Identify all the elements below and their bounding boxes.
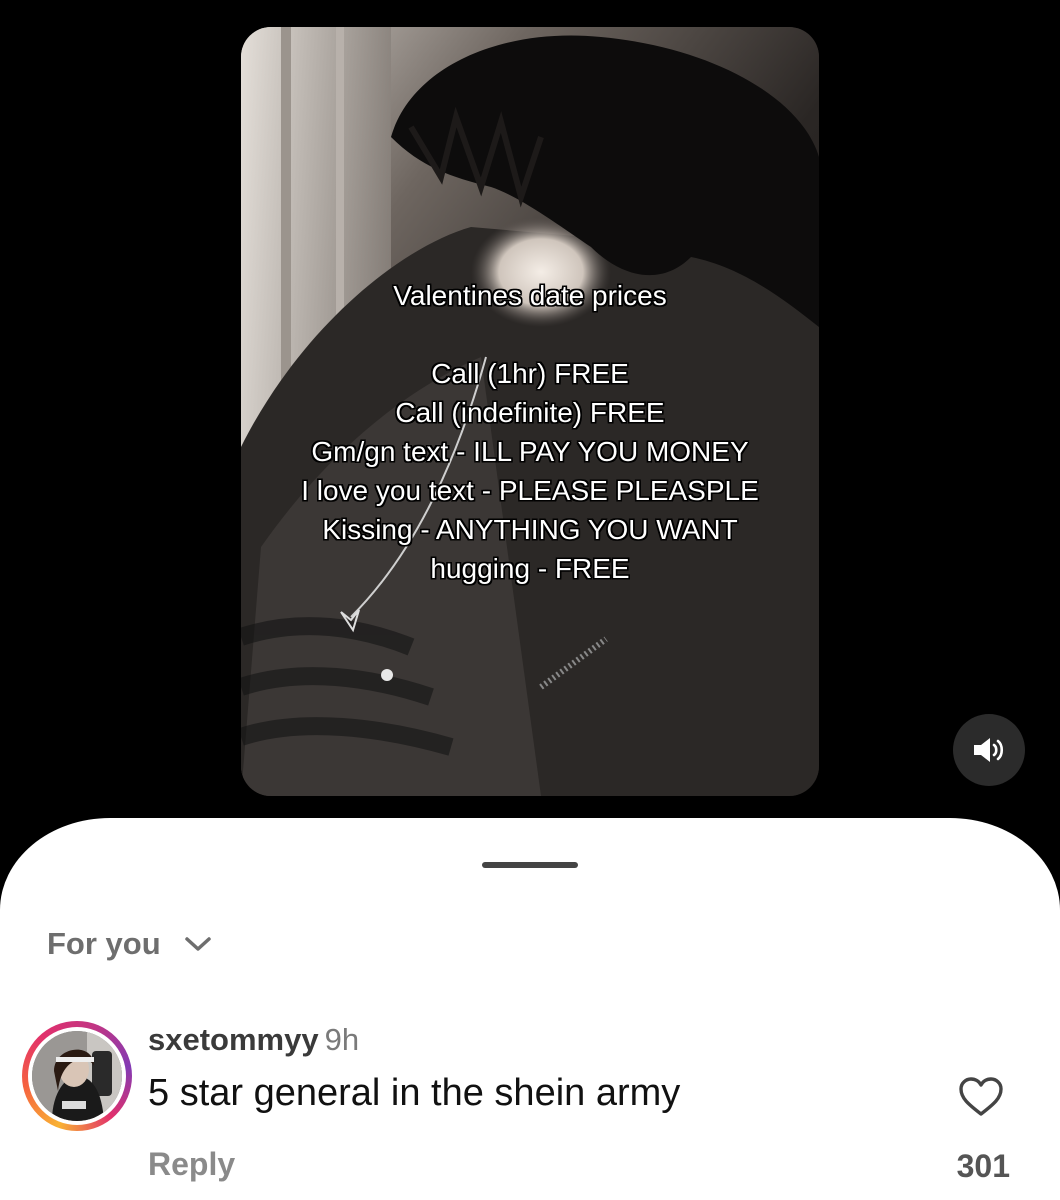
overlay-line: Call (1hr) FREE bbox=[431, 358, 629, 389]
like-count: 301 bbox=[956, 1148, 1010, 1184]
avatar-border bbox=[28, 1027, 126, 1125]
comment-sort-dropdown[interactable]: For you bbox=[47, 926, 213, 962]
sound-toggle-button[interactable] bbox=[953, 714, 1025, 786]
speaker-on-icon bbox=[974, 738, 1004, 762]
comment-username[interactable]: sxetommyy 9h bbox=[148, 1022, 359, 1058]
video-player[interactable]: Valentines date prices Call (1hr) FREE C… bbox=[241, 27, 819, 796]
comment-text: 5 star general in the shein army bbox=[148, 1072, 681, 1114]
username-text: sxetommyy bbox=[148, 1022, 319, 1057]
overlay-line: Call (indefinite) FREE bbox=[395, 397, 665, 428]
overlay-line: I love you text - PLEASE PLEASPLE bbox=[301, 475, 759, 506]
sheet-drag-handle[interactable] bbox=[482, 862, 578, 868]
screen: Valentines date prices Call (1hr) FREE C… bbox=[0, 0, 1060, 1200]
comment-time: 9h bbox=[324, 1022, 360, 1057]
overlay-line: Gm/gn text - ILL PAY YOU MONEY bbox=[311, 436, 749, 467]
sort-label: For you bbox=[47, 926, 161, 961]
heart-outline-icon[interactable] bbox=[958, 1076, 1004, 1118]
reply-button[interactable]: Reply bbox=[148, 1146, 235, 1183]
comments-sheet: For you sxetommyy 9h 5 star general in t… bbox=[0, 818, 1060, 1200]
overlay-title: Valentines date prices bbox=[393, 280, 667, 311]
chevron-down-icon bbox=[183, 934, 213, 954]
avatar-image bbox=[32, 1031, 122, 1121]
overlay-line: hugging - FREE bbox=[430, 553, 630, 584]
overlay-line: Kissing - ANYTHING YOU WANT bbox=[322, 514, 738, 545]
avatar[interactable] bbox=[22, 1021, 132, 1131]
